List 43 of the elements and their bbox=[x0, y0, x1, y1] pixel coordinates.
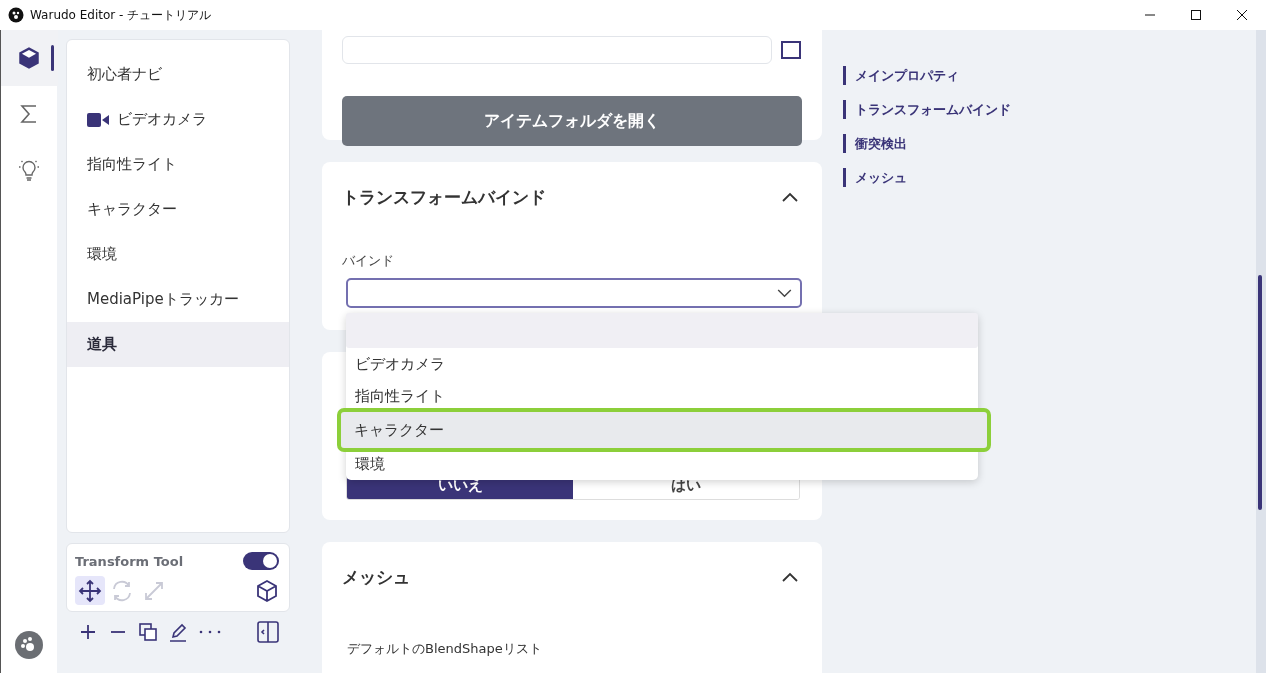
cube-icon bbox=[16, 45, 42, 71]
scene-item[interactable]: MediaPipeトラッカー bbox=[67, 277, 289, 322]
chevron-icon[interactable] bbox=[782, 192, 798, 202]
pencil-icon[interactable] bbox=[168, 622, 188, 642]
paw-avatar-icon[interactable] bbox=[15, 631, 43, 659]
move-tool-button[interactable] bbox=[75, 576, 105, 605]
bind-select-field[interactable] bbox=[346, 278, 802, 308]
toc-link[interactable]: 衝突検出 bbox=[843, 134, 907, 153]
chevron-icon[interactable] bbox=[782, 572, 798, 582]
sidebar-tab[interactable] bbox=[0, 30, 58, 86]
video-camera-icon bbox=[87, 112, 109, 127]
section-title: メッシュ bbox=[342, 565, 410, 589]
lightbulb-icon bbox=[17, 158, 41, 182]
scene-item[interactable]: 初心者ナビ bbox=[67, 52, 289, 97]
toc-link[interactable]: トランスフォームバインド bbox=[843, 100, 1011, 119]
scene-item[interactable]: ビデオカメラ bbox=[67, 97, 289, 142]
scene-item[interactable]: キャラクター bbox=[67, 187, 289, 232]
toc-link[interactable]: メッシュ bbox=[843, 168, 907, 187]
toc-link[interactable]: メインプロパティ bbox=[843, 66, 959, 85]
scene-item[interactable]: 道具 bbox=[67, 322, 289, 367]
app-logo-icon bbox=[8, 7, 24, 23]
maximize-icon[interactable] bbox=[1190, 9, 1202, 21]
close-icon[interactable] bbox=[1236, 9, 1248, 21]
scrollbar-thumb[interactable] bbox=[1258, 275, 1262, 510]
add-icon[interactable] bbox=[78, 622, 98, 642]
dropdown-option[interactable]: ビデオカメラ bbox=[346, 348, 978, 380]
field-label: デフォルトのBlendShapeリスト bbox=[347, 640, 543, 658]
rotate-arrows-icon bbox=[110, 578, 134, 603]
chevron-down-icon bbox=[777, 288, 792, 298]
dropdown-option[interactable]: 指向性ライト bbox=[346, 380, 978, 412]
cube-outline-icon[interactable] bbox=[255, 578, 279, 603]
select-field[interactable] bbox=[342, 36, 772, 64]
move-arrows-icon bbox=[78, 578, 102, 603]
scene-item[interactable]: 環境 bbox=[67, 232, 289, 277]
open-folder-button[interactable]: アイテムフォルダを開く bbox=[342, 96, 802, 146]
scene-item[interactable]: 指向性ライト bbox=[67, 142, 289, 187]
duplicate-icon[interactable] bbox=[138, 622, 158, 642]
collapse-panel-icon[interactable] bbox=[256, 620, 280, 644]
transform-tool-label: Transform Tool bbox=[75, 553, 184, 569]
toggle-switch[interactable] bbox=[243, 552, 279, 570]
window-title: Warudo Editor - チュートリアル bbox=[30, 6, 212, 24]
section-title: トランスフォームバインド bbox=[342, 185, 546, 209]
field-label: バインド bbox=[342, 252, 395, 270]
